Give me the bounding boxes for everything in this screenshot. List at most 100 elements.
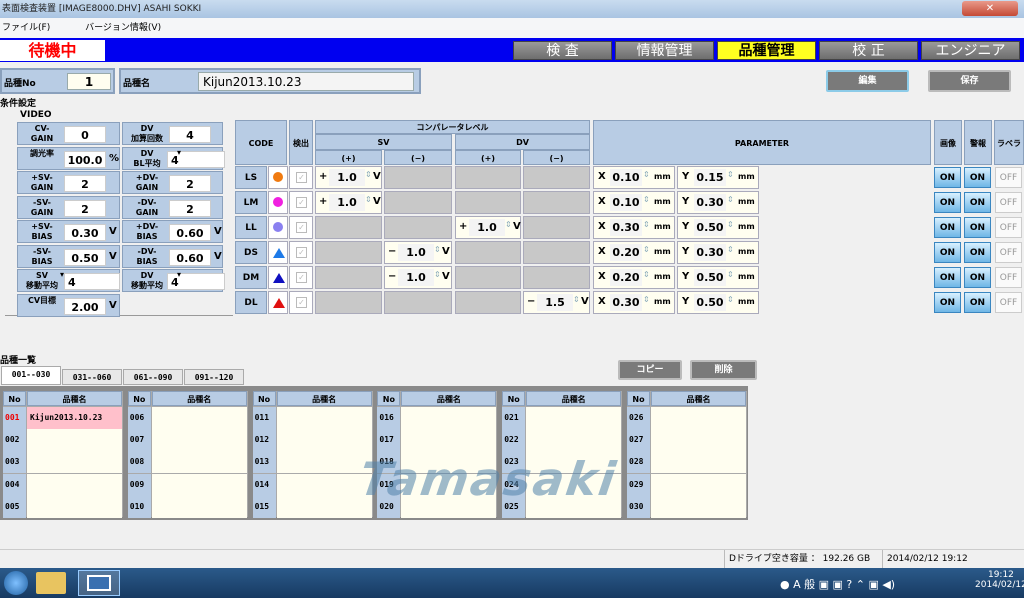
labeler-toggle[interactable]: OFF — [995, 267, 1022, 288]
video-setting-input[interactable]: 4 — [167, 273, 225, 290]
video-setting-input[interactable]: 100.0 — [64, 150, 106, 168]
menu-file[interactable]: ファイル(F) — [2, 23, 50, 33]
list-item-name[interactable] — [151, 407, 247, 429]
list-item-name[interactable] — [401, 407, 497, 429]
list-item-name[interactable] — [151, 473, 247, 496]
image-toggle[interactable]: ON — [934, 167, 961, 188]
list-item-name[interactable] — [276, 495, 372, 518]
image-toggle[interactable]: ON — [934, 267, 961, 288]
list-item-name[interactable] — [276, 429, 372, 452]
app-window-icon[interactable] — [78, 570, 120, 596]
menu-version[interactable]: バージョン情報(V) — [85, 23, 161, 33]
video-setting-input[interactable]: 2.00 — [64, 297, 106, 315]
list-item-name[interactable] — [401, 429, 497, 452]
alarm-toggle[interactable]: ON — [964, 167, 991, 188]
list-item-name[interactable] — [526, 429, 622, 452]
product-no-input[interactable]: 1 — [67, 73, 111, 90]
labeler-toggle[interactable]: OFF — [995, 217, 1022, 238]
list-item-name[interactable] — [27, 473, 122, 496]
spinner-icon[interactable]: ⇕ — [727, 170, 734, 179]
param-input[interactable]: 0.30 — [610, 294, 642, 311]
video-setting-input[interactable]: 2 — [64, 199, 106, 217]
spinner-icon[interactable]: ⇕ — [727, 270, 734, 279]
spinner-icon[interactable]: ⇕ — [643, 170, 650, 179]
level-input[interactable]: 1.5 — [537, 294, 573, 311]
checkbox[interactable]: ✓ — [296, 197, 307, 208]
video-setting-input[interactable]: 0.60 — [169, 224, 211, 241]
mode-tab[interactable]: 校 正 — [819, 41, 918, 60]
list-item-name[interactable] — [401, 473, 497, 496]
level-input[interactable]: 1.0 — [469, 219, 505, 236]
image-toggle[interactable]: ON — [934, 217, 961, 238]
alarm-toggle[interactable]: ON — [964, 242, 991, 263]
alarm-toggle[interactable]: ON — [964, 192, 991, 213]
list-item-name[interactable] — [151, 495, 247, 518]
list-item-name[interactable] — [27, 429, 122, 452]
product-name-input[interactable]: Kijun2013.10.23 — [198, 72, 414, 91]
spinner-icon[interactable]: ⇕ — [505, 220, 512, 229]
spinner-icon[interactable]: ⇕ — [643, 270, 650, 279]
video-setting-input[interactable]: 0 — [64, 126, 106, 143]
video-setting-input[interactable]: 2 — [169, 175, 211, 192]
video-setting-input[interactable]: 2 — [64, 175, 106, 192]
checkbox[interactable]: ✓ — [296, 172, 307, 183]
param-input[interactable]: 0.20 — [610, 269, 642, 286]
alarm-toggle[interactable]: ON — [964, 267, 991, 288]
spinner-icon[interactable]: ⇕ — [643, 295, 650, 304]
param-input[interactable]: 0.30 — [694, 194, 726, 211]
list-item-name[interactable] — [651, 429, 746, 452]
mode-tab[interactable]: 情報管理 — [615, 41, 714, 60]
alarm-toggle[interactable]: ON — [964, 292, 991, 313]
clock[interactable]: 19:12 2014/02/12 — [975, 570, 1024, 590]
spinner-icon[interactable]: ⇕ — [643, 220, 650, 229]
save-button[interactable]: 保存 — [928, 70, 1011, 92]
checkbox[interactable]: ✓ — [296, 297, 307, 308]
labeler-toggle[interactable]: OFF — [995, 167, 1022, 188]
level-input[interactable]: 1.0 — [398, 269, 434, 286]
list-item-name[interactable] — [651, 495, 746, 518]
chevron-down-icon[interactable]: ▾ — [177, 270, 181, 279]
video-setting-input[interactable]: 4 — [167, 150, 225, 168]
list-item-name[interactable] — [151, 451, 247, 474]
level-input[interactable]: 1.0 — [329, 194, 365, 211]
mode-tab[interactable]: エンジニア — [921, 41, 1020, 60]
list-item-name[interactable] — [276, 407, 372, 429]
list-item-name[interactable] — [651, 407, 746, 429]
list-tab[interactable]: 091--120 — [184, 369, 244, 385]
video-setting-input[interactable]: 4 — [169, 126, 211, 143]
spinner-icon[interactable]: ⇕ — [727, 195, 734, 204]
image-toggle[interactable]: ON — [934, 192, 961, 213]
list-item-name[interactable]: Kijun2013.10.23 — [27, 407, 122, 429]
list-item-name[interactable] — [526, 495, 622, 518]
param-input[interactable]: 0.50 — [694, 219, 726, 236]
list-item-name[interactable] — [651, 451, 746, 474]
mode-tab[interactable]: 検 査 — [513, 41, 612, 60]
list-item-name[interactable] — [401, 451, 497, 474]
level-input[interactable]: 1.0 — [398, 244, 434, 261]
list-item-name[interactable] — [526, 451, 622, 474]
param-input[interactable]: 0.15 — [694, 169, 726, 186]
param-input[interactable]: 0.50 — [694, 269, 726, 286]
list-tab[interactable]: 061--090 — [123, 369, 183, 385]
close-icon[interactable]: ✕ — [962, 1, 1018, 16]
spinner-icon[interactable]: ⇕ — [365, 195, 372, 204]
param-input[interactable]: 0.50 — [694, 294, 726, 311]
checkbox[interactable]: ✓ — [296, 247, 307, 258]
video-setting-input[interactable]: 0.30 — [64, 224, 106, 241]
list-item-name[interactable] — [276, 451, 372, 474]
list-item-name[interactable] — [651, 473, 746, 496]
checkbox[interactable]: ✓ — [296, 222, 307, 233]
list-item-name[interactable] — [526, 473, 622, 496]
param-input[interactable]: 0.30 — [610, 219, 642, 236]
spinner-icon[interactable]: ⇕ — [727, 245, 734, 254]
list-item-name[interactable] — [401, 495, 497, 518]
spinner-icon[interactable]: ⇕ — [365, 170, 372, 179]
delete-button[interactable]: 削除 — [690, 360, 757, 380]
param-input[interactable]: 0.20 — [610, 244, 642, 261]
spinner-icon[interactable]: ⇕ — [643, 245, 650, 254]
spinner-icon[interactable]: ⇕ — [727, 295, 734, 304]
video-setting-input[interactable]: 0.60 — [169, 248, 211, 266]
spinner-icon[interactable]: ⇕ — [434, 270, 441, 279]
labeler-toggle[interactable]: OFF — [995, 192, 1022, 213]
start-button[interactable] — [4, 571, 28, 595]
